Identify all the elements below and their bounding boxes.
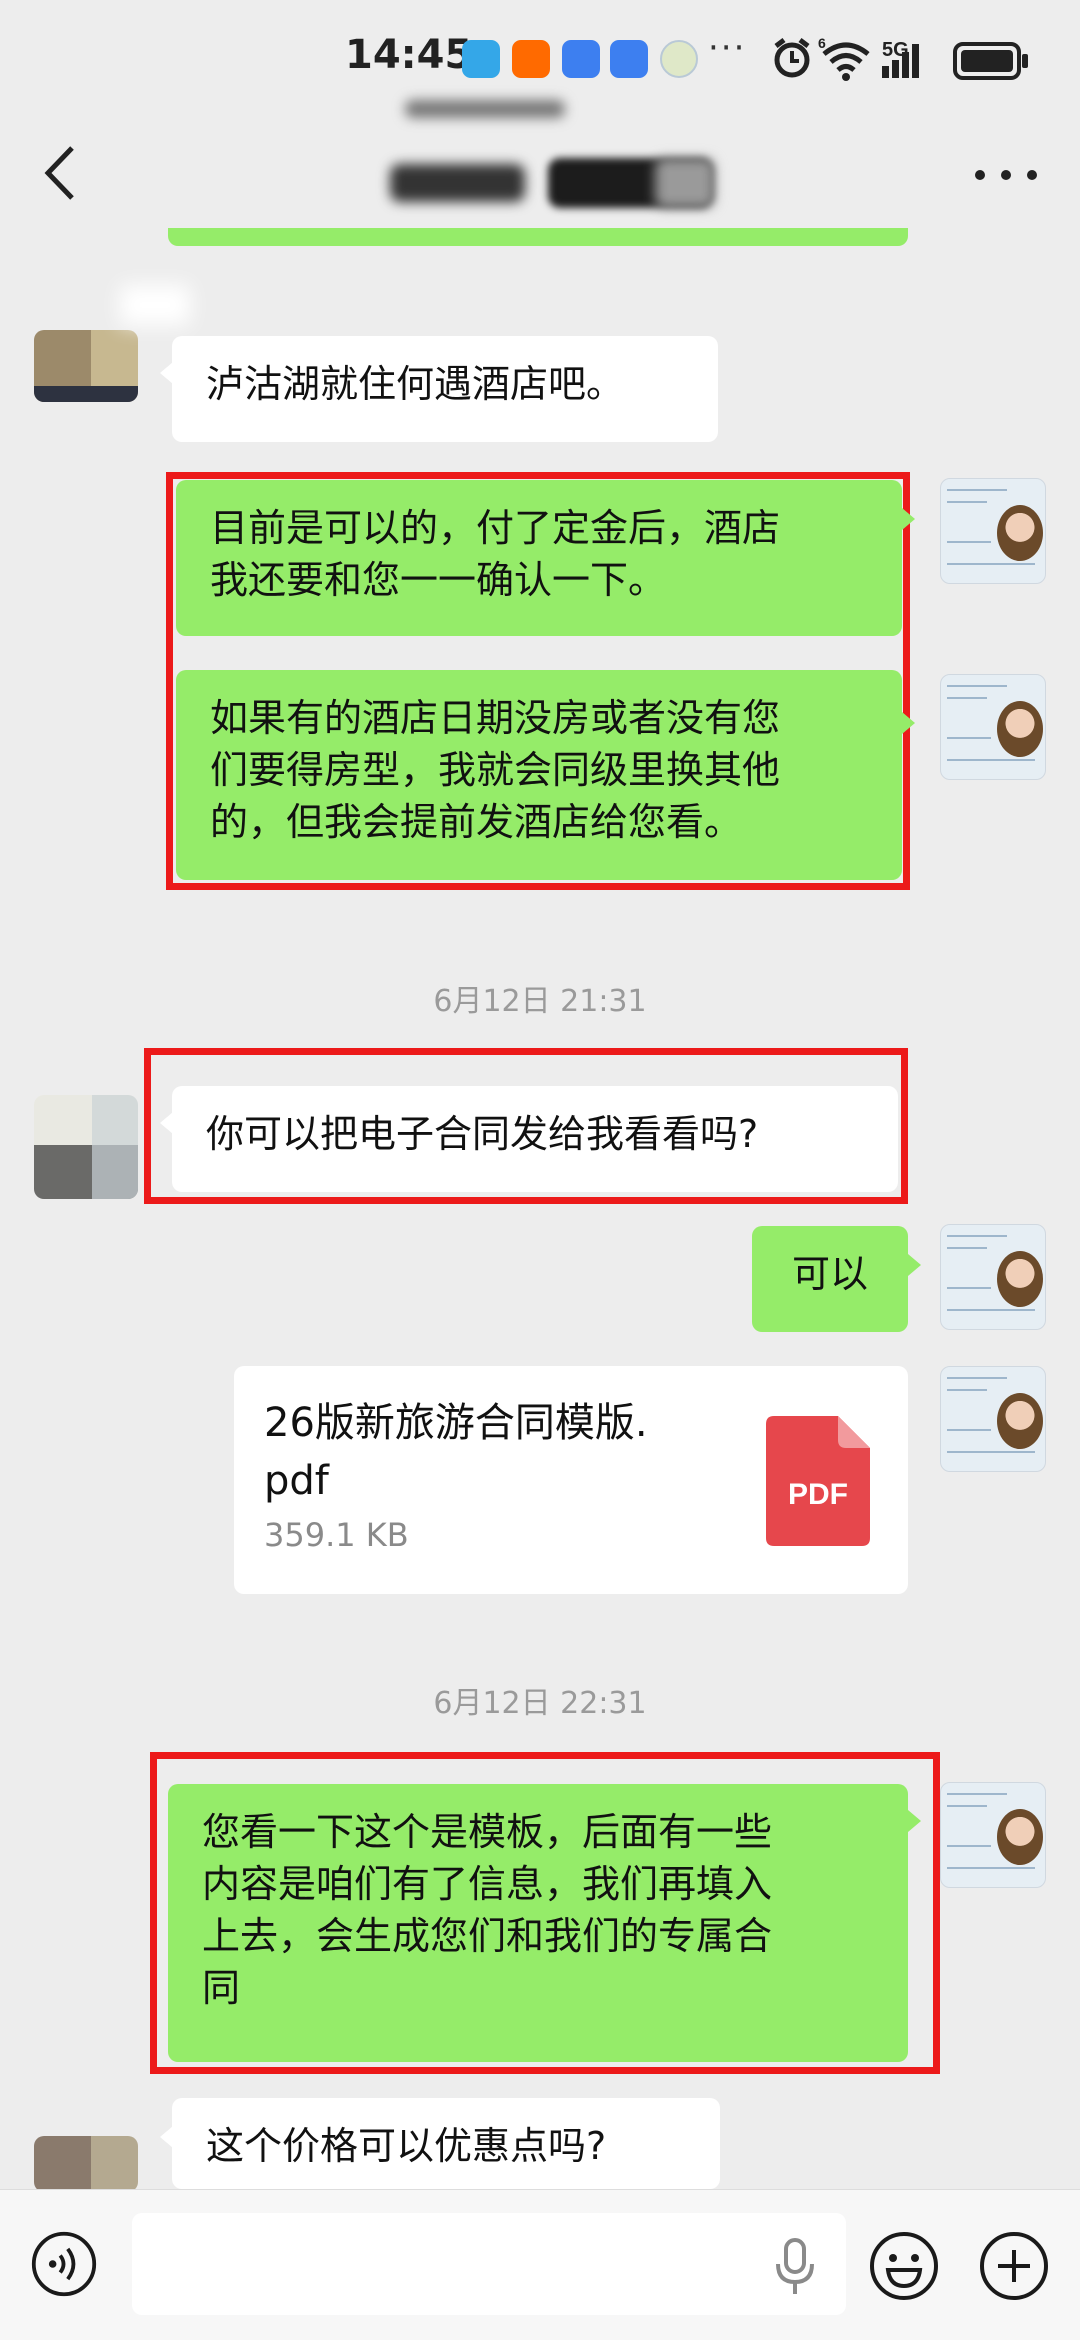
pdf-badge: PDF — [788, 1478, 848, 1511]
bubble-tail — [908, 1810, 921, 1832]
file-message-card[interactable]: 26版新旅游合同模版. pdf 359.1 KB PDF — [234, 1366, 908, 1594]
my-avatar[interactable] — [940, 1224, 1046, 1330]
message-text: 上去，会生成您们和我们的专属合 — [202, 1914, 773, 1958]
bubble-tail — [902, 508, 915, 530]
file-size: 359.1 KB — [264, 1516, 409, 1554]
voice-toggle-button[interactable] — [30, 2230, 98, 2298]
contact-avatar[interactable] — [34, 1095, 138, 1199]
voice-toggle-icon — [31, 2231, 97, 2297]
contact-name-blur — [655, 158, 715, 208]
message-text: 内容是咱们有了信息，我们再填入 — [202, 1862, 773, 1906]
contact-avatar[interactable] — [34, 330, 138, 402]
status-more-icon: ··· — [708, 28, 747, 68]
message-bubble[interactable]: 泸沽湖就住何遇酒店吧。 — [172, 336, 718, 442]
my-avatar[interactable] — [940, 674, 1046, 780]
reader-app-icon — [462, 40, 500, 78]
message-text: 可以 — [791, 1252, 868, 1296]
message-input[interactable] — [132, 2213, 846, 2315]
message-text: 你可以把电子合同发给我看看吗? — [206, 1112, 759, 1156]
message-bubble[interactable]: 您看一下这个是模板，后面有一些 内容是咱们有了信息，我们再填入 上去，会生成您们… — [168, 1784, 908, 2062]
more-button[interactable] — [970, 160, 1042, 190]
status-time: 14:45 — [345, 32, 473, 78]
message-bubble[interactable]: 目前是可以的，付了定金后，酒店 我还要和您一一确认一下。 — [176, 480, 902, 636]
message-text: 的，但我会提前发酒店给您看。 — [210, 800, 743, 844]
more-horizontal-icon — [975, 170, 1037, 180]
message-text: 如果有的酒店日期没房或者没有您 — [210, 696, 781, 740]
avatar-blur — [120, 285, 190, 325]
file-name: 26版新旅游合同模版. — [264, 1400, 648, 1446]
bubble-tail — [160, 2126, 173, 2148]
message-text: 泸沽湖就住何遇酒店吧。 — [206, 362, 625, 406]
message-bubble[interactable]: 你可以把电子合同发给我看看吗? — [172, 1086, 898, 1192]
microphone-icon — [776, 2238, 814, 2294]
network-sup: 6 — [818, 36, 826, 51]
bubble-tail — [160, 362, 173, 384]
app-icon-blue-2 — [610, 40, 648, 78]
battery-icon — [953, 42, 1028, 80]
app-icon-round — [660, 40, 698, 78]
plus-icon — [980, 2232, 1048, 2300]
message-text: 目前是可以的，付了定金后，酒店 — [210, 506, 781, 550]
back-button[interactable] — [34, 140, 94, 206]
alarm-icon — [774, 38, 810, 78]
file-name-ext: pdf — [264, 1458, 329, 1504]
bubble-tail — [908, 1254, 921, 1276]
contact-avatar[interactable] — [34, 2136, 138, 2192]
plus-button[interactable] — [978, 2230, 1050, 2302]
contact-name-blur — [390, 164, 525, 202]
bubble-tail — [902, 712, 915, 734]
chevron-left-icon — [44, 146, 74, 200]
message-bubble[interactable]: 这个价格可以优惠点吗? — [172, 2098, 720, 2189]
message-bubble[interactable]: 如果有的酒店日期没房或者没有您 们要得房型，我就会同级里换其他 的，但我会提前发… — [176, 670, 902, 880]
bubble-tail — [160, 1112, 173, 1134]
message-text: 们要得房型，我就会同级里换其他 — [210, 748, 781, 792]
my-avatar[interactable] — [940, 1782, 1046, 1888]
my-avatar[interactable] — [940, 478, 1046, 584]
wifi-icon — [822, 42, 870, 81]
timestamp: 6月12日 22:31 — [433, 1686, 647, 1721]
message-text: 这个价格可以优惠点吗? — [206, 2124, 607, 2168]
microphone-button[interactable] — [770, 2236, 820, 2298]
message-bubble[interactable]: 可以 — [752, 1226, 908, 1332]
app-icon-blue-1 — [562, 40, 600, 78]
chat-header — [0, 120, 1080, 238]
taobao-app-icon — [512, 40, 550, 78]
message-text: 同 — [202, 1966, 241, 2010]
my-avatar[interactable] — [940, 1366, 1046, 1472]
previous-message-bubble — [168, 228, 908, 246]
message-text: 您看一下这个是模板，后面有一些 — [202, 1810, 773, 1854]
pdf-icon: PDF — [766, 1416, 870, 1546]
emoji-button[interactable] — [868, 2230, 940, 2302]
timestamp: 6月12日 21:31 — [433, 984, 647, 1019]
emoji-icon — [870, 2232, 938, 2300]
message-text: 我还要和您一一确认一下。 — [210, 558, 667, 602]
status-icons: 6 5G — [774, 36, 1028, 81]
header-blur — [405, 100, 565, 118]
